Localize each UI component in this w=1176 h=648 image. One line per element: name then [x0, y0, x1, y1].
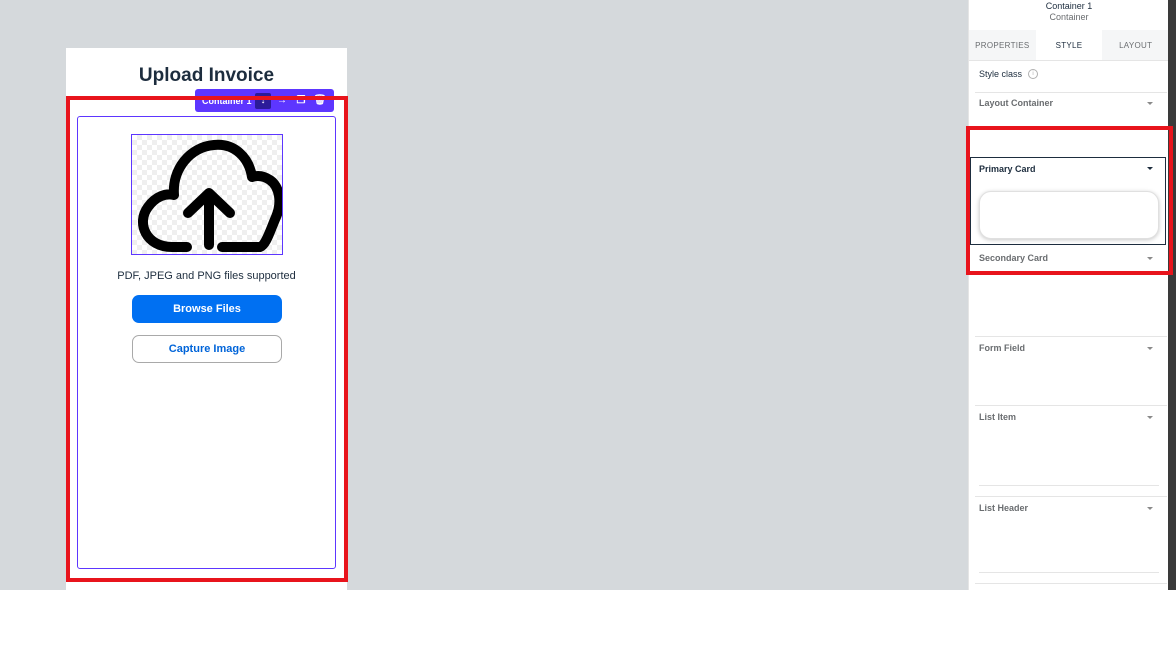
divider	[975, 92, 1167, 93]
bottom-area	[0, 590, 1176, 648]
divider	[975, 496, 1167, 497]
divider	[975, 336, 1167, 337]
chevron-down-icon[interactable]	[1147, 507, 1153, 510]
chevron-down-icon[interactable]	[1147, 347, 1153, 350]
chevron-down-icon[interactable]	[1147, 102, 1153, 105]
section-form-field[interactable]: Form Field	[979, 343, 1025, 353]
divider	[975, 405, 1167, 406]
style-class-label: Style class	[979, 69, 1023, 79]
info-icon[interactable]: i	[1028, 69, 1039, 79]
highlight-box-canvas	[66, 96, 348, 582]
tab-layout[interactable]: LAYOUT	[1102, 30, 1169, 60]
highlight-box-panel	[966, 126, 1173, 275]
page-title[interactable]: Upload Invoice	[66, 65, 347, 87]
section-layout-container[interactable]: Layout Container	[979, 98, 1053, 108]
tab-properties[interactable]: PROPERTIES	[969, 30, 1036, 60]
section-list-item[interactable]: List Item	[979, 412, 1016, 422]
panel-title: Container 1	[1045, 1, 1093, 11]
style-panel: Container 1 Container PROPERTIES STYLE L…	[968, 0, 1169, 590]
panel-tabs: PROPERTIES STYLE LAYOUT	[969, 30, 1169, 61]
style-class-row: Style class i	[979, 69, 1039, 79]
chevron-down-icon[interactable]	[1147, 416, 1153, 419]
divider	[979, 485, 1159, 486]
divider	[979, 572, 1159, 573]
divider	[975, 583, 1167, 584]
section-list-header[interactable]: List Header	[979, 503, 1028, 513]
panel-scrollbar[interactable]	[1168, 0, 1176, 590]
tab-style[interactable]: STYLE	[1035, 30, 1103, 60]
panel-subtitle: Container	[1049, 12, 1089, 22]
